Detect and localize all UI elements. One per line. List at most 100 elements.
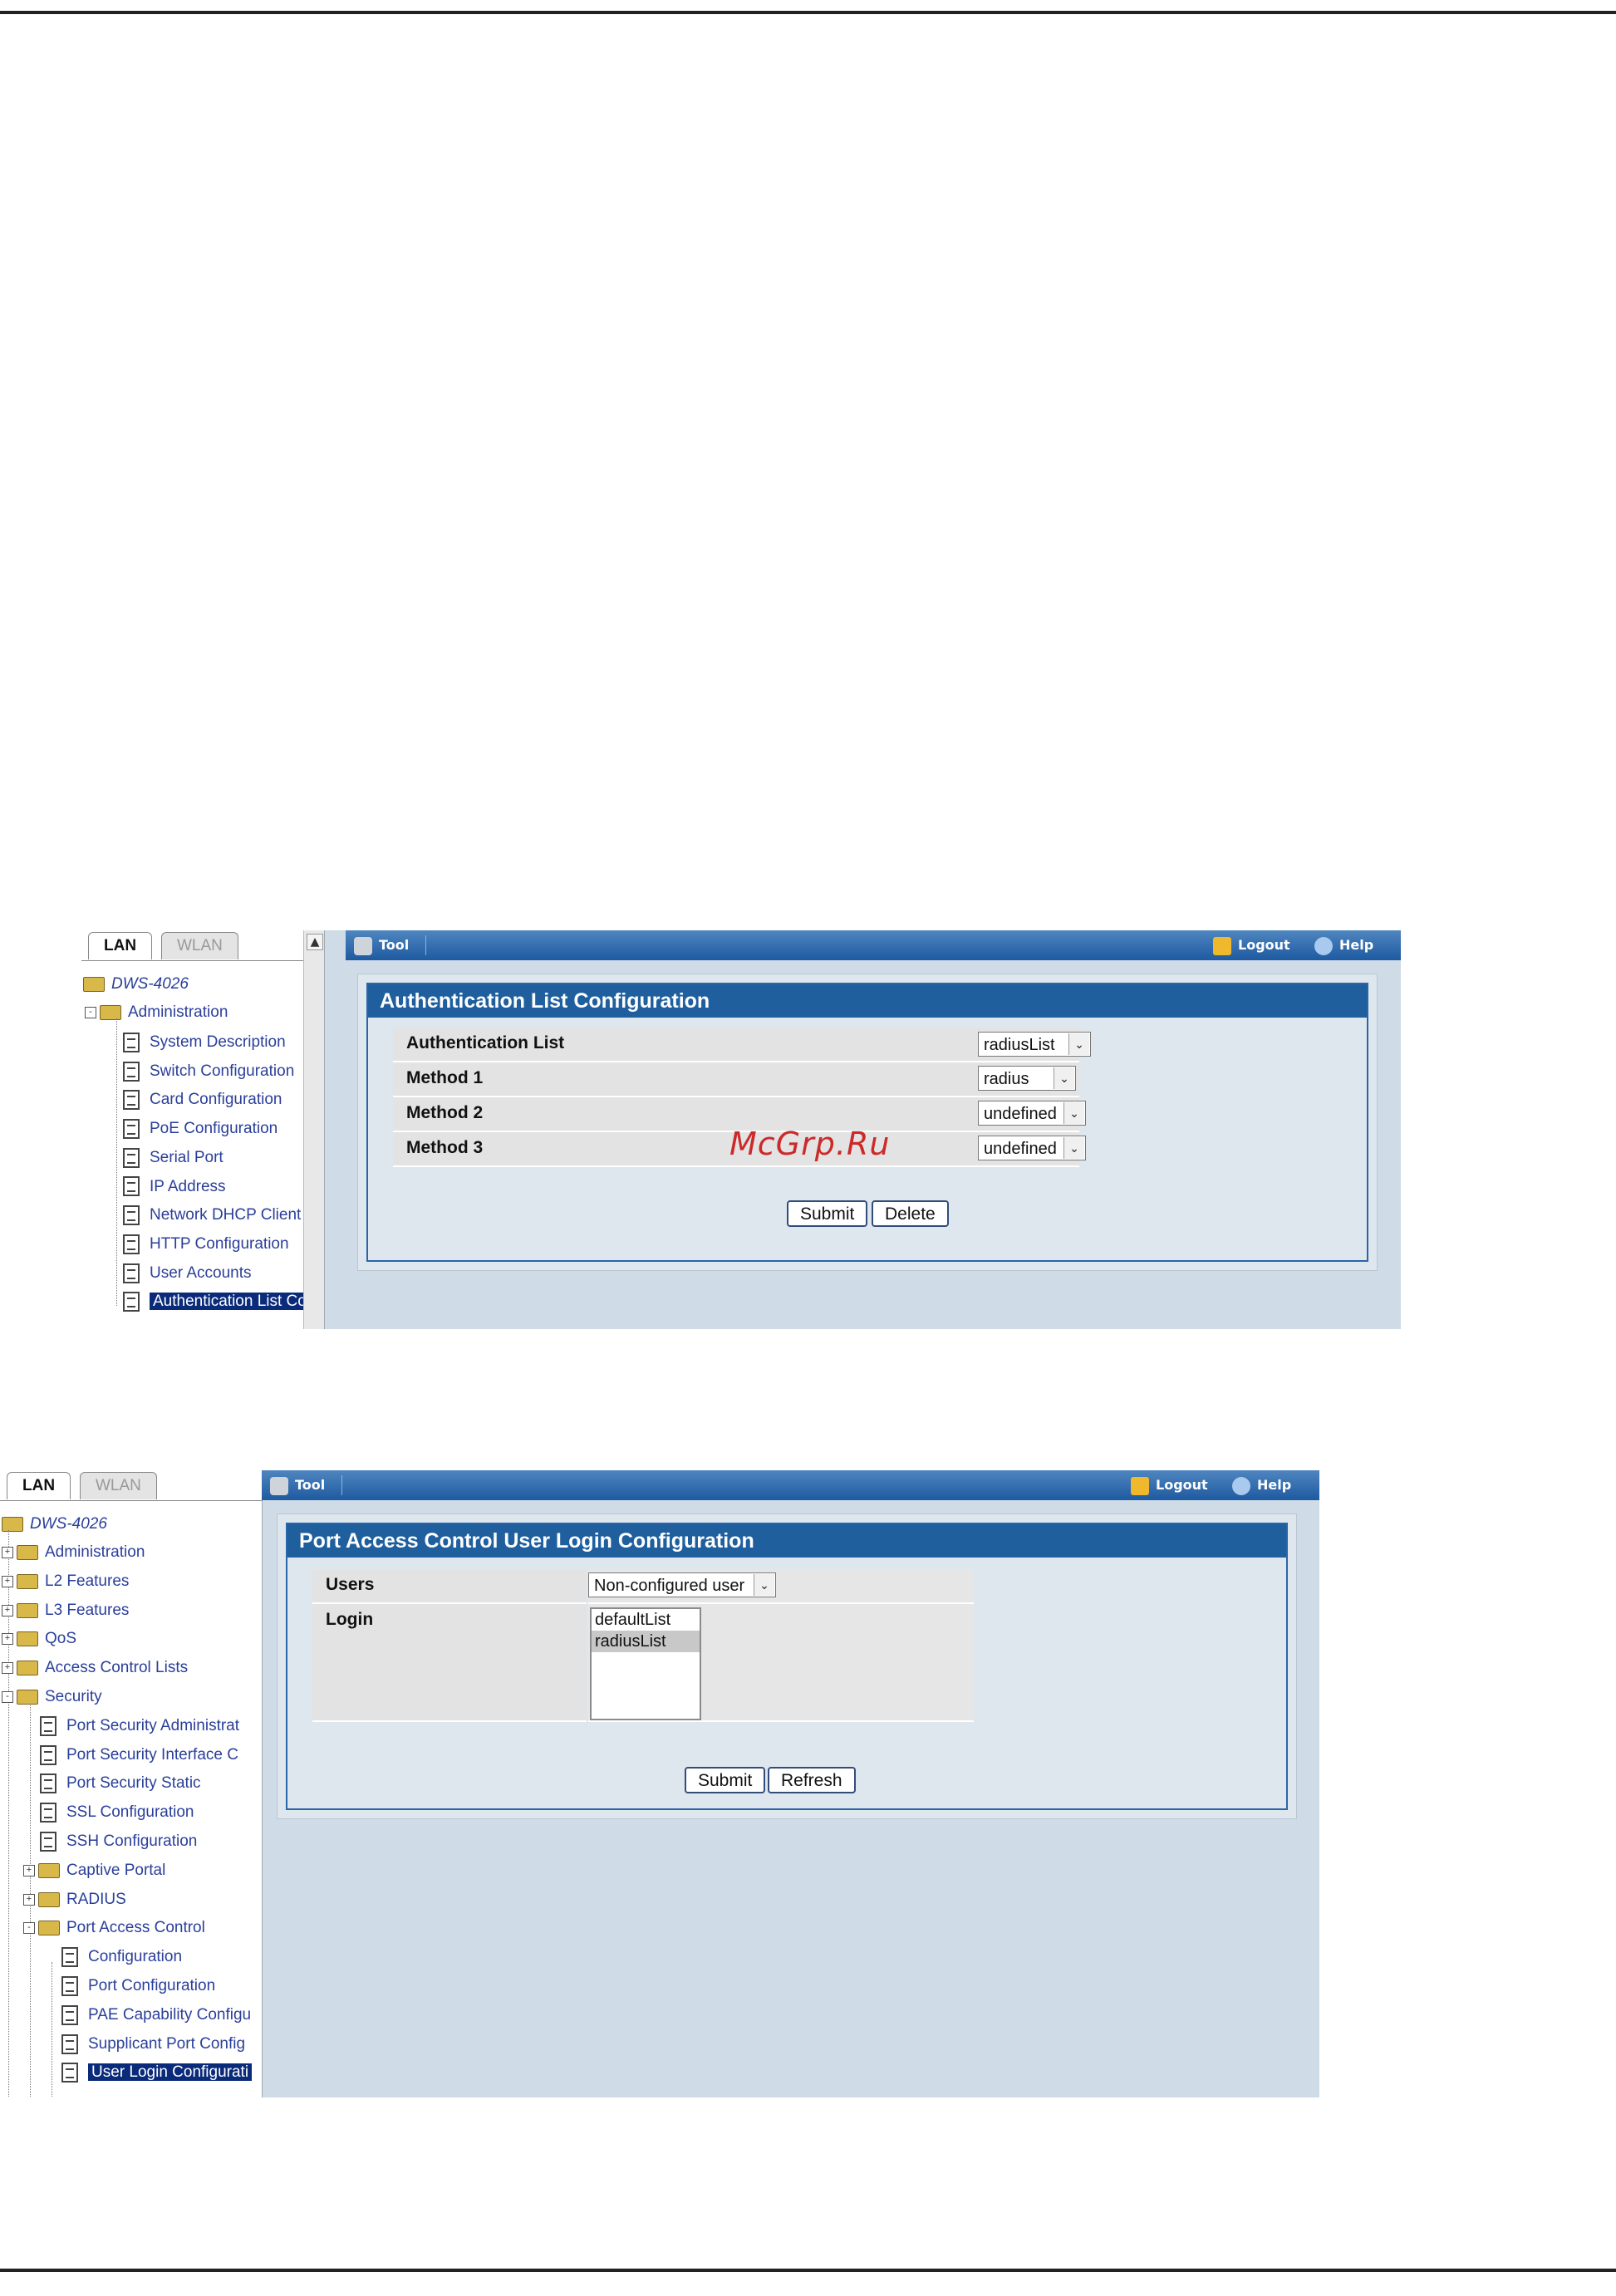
tree-folder-administration[interactable]: - Administration <box>85 998 228 1027</box>
tree-item[interactable]: Network DHCP Client ( <box>123 1201 311 1229</box>
expand-icon[interactable]: + <box>2 1575 13 1587</box>
tree-item[interactable]: Serial Port <box>123 1144 223 1172</box>
tab-lan[interactable]: LAN <box>88 932 153 959</box>
tab-wlan[interactable]: WLAN <box>80 1472 157 1499</box>
scroll-up-icon[interactable]: ▲ <box>307 934 323 950</box>
tree-item[interactable]: IP Address <box>123 1173 226 1201</box>
collapse-icon[interactable]: - <box>23 1922 35 1935</box>
page-icon <box>40 1715 56 1736</box>
field-row-authentication-list: Authentication List <box>393 1028 1079 1062</box>
chevron-down-icon[interactable]: ⌄ <box>1063 1102 1084 1124</box>
refresh-button[interactable]: Refresh <box>768 1767 856 1793</box>
tool-menu[interactable]: Tool <box>270 1470 325 1500</box>
logout-button[interactable]: Logout <box>1131 1470 1208 1500</box>
tree-folder[interactable]: + QoS <box>2 1625 76 1653</box>
page-title: Authentication List Configuration <box>368 984 1367 1018</box>
tree-folder[interactable]: + Access Control Lists <box>2 1654 188 1682</box>
tab-lan[interactable]: LAN <box>7 1472 71 1499</box>
expand-icon[interactable]: + <box>2 1604 13 1617</box>
chevron-down-icon[interactable]: ⌄ <box>754 1574 774 1596</box>
submit-button[interactable]: Submit <box>685 1767 766 1793</box>
top-toolbar: Tool Logout Help <box>346 930 1401 960</box>
page-icon <box>61 2004 78 2025</box>
authentication-list-select[interactable]: radiusList ⌄ <box>978 1032 1091 1057</box>
tree-folder[interactable]: + Administration <box>2 1538 145 1567</box>
expand-icon[interactable]: + <box>23 1893 35 1906</box>
chevron-down-icon[interactable]: ⌄ <box>1068 1033 1089 1055</box>
folder-icon <box>17 1573 38 1589</box>
tree-item[interactable]: PAE Capability Configu <box>61 2001 251 2029</box>
folder-icon <box>17 1631 38 1647</box>
page-title: Port Access Control User Login Configura… <box>287 1524 1286 1558</box>
folder-icon <box>38 1891 60 1907</box>
chevron-down-icon[interactable]: ⌄ <box>1063 1137 1084 1159</box>
tree-scrollbar[interactable]: ▲ <box>303 930 324 1329</box>
tree-item[interactable]: SSH Configuration <box>40 1827 197 1856</box>
config-panel-frame: Authentication List Configuration Authen… <box>366 983 1368 1262</box>
tree-item[interactable]: HTTP Configuration <box>123 1230 289 1258</box>
tree-item[interactable]: Configuration <box>61 1943 182 1971</box>
tree-item[interactable]: Supplicant Port Config <box>61 2030 245 2058</box>
logout-button[interactable]: Logout <box>1213 930 1290 960</box>
tree-item[interactable]: PoE Configuration <box>123 1115 278 1143</box>
tree-item[interactable]: User Login Configurati <box>61 2058 253 2087</box>
tree-item[interactable]: Card Configuration <box>123 1086 282 1114</box>
tool-menu[interactable]: Tool <box>354 930 409 960</box>
page-icon <box>40 1774 56 1794</box>
tree-folder[interactable]: + L3 Features <box>2 1597 129 1625</box>
help-button[interactable]: Help <box>1232 1470 1291 1500</box>
tree-item[interactable]: User Accounts <box>123 1259 252 1288</box>
bottom-rule <box>0 2269 1616 2272</box>
method-3-select[interactable]: undefined ⌄ <box>978 1136 1086 1160</box>
login-option-radiuslist[interactable]: radiusList <box>592 1631 700 1652</box>
tree-folder[interactable]: + Captive Portal <box>23 1857 165 1885</box>
tab-wlan[interactable]: WLAN <box>161 932 238 959</box>
tree-folder[interactable]: - Port Access Control <box>23 1914 205 1942</box>
page-icon <box>61 1947 78 1968</box>
tree-item[interactable]: Port Security Administrat <box>40 1712 239 1740</box>
folder-icon <box>17 1689 38 1705</box>
tree-root[interactable]: DWS-4026 <box>2 1510 107 1538</box>
login-listbox[interactable]: defaultList radiusList <box>590 1607 701 1720</box>
help-button[interactable]: Help <box>1314 930 1373 960</box>
page-icon <box>123 1263 140 1283</box>
expand-icon[interactable]: + <box>2 1546 13 1558</box>
field-label: Login <box>326 1610 374 1629</box>
tree-item[interactable]: Switch Configuration <box>123 1057 294 1086</box>
open-folder-icon <box>100 1004 121 1020</box>
page-icon <box>123 1119 140 1140</box>
tree-item[interactable]: Authentication List Cor <box>123 1288 316 1316</box>
tree-item[interactable]: Port Security Interface C <box>40 1741 238 1769</box>
submit-button[interactable]: Submit <box>787 1200 868 1227</box>
config-panel: Authentication List Configuration Authen… <box>357 974 1378 1271</box>
tree-item[interactable]: Port Security Static <box>40 1769 201 1798</box>
page-icon <box>123 1090 140 1111</box>
field-label: Method 1 <box>406 1068 484 1087</box>
login-option-defaultlist[interactable]: defaultList <box>592 1609 700 1631</box>
collapse-icon[interactable]: - <box>85 1006 96 1018</box>
collapse-icon[interactable]: - <box>2 1690 13 1703</box>
tree-folder[interactable]: + RADIUS <box>23 1886 126 1914</box>
help-icon <box>1314 936 1333 955</box>
chevron-down-icon[interactable]: ⌄ <box>1054 1067 1074 1089</box>
tree-root[interactable]: DWS-4026 <box>83 970 189 998</box>
page-icon <box>40 1744 56 1765</box>
tree-item[interactable]: Port Configuration <box>61 1972 215 2000</box>
tree-folder[interactable]: - Security <box>2 1683 102 1711</box>
tree-folder[interactable]: + L2 Features <box>2 1567 129 1596</box>
method-2-select[interactable]: undefined ⌄ <box>978 1101 1086 1126</box>
tree-item[interactable]: System Description <box>123 1028 286 1057</box>
config-panel-frame: Port Access Control User Login Configura… <box>286 1523 1288 1810</box>
expand-icon[interactable]: + <box>2 1633 13 1646</box>
method-1-select[interactable]: radius ⌄ <box>978 1066 1076 1091</box>
navigation-tree-pane: LAN WLAN DWS-4026 - Administration System… <box>81 930 325 1329</box>
delete-button[interactable]: Delete <box>872 1200 949 1227</box>
tree-item[interactable]: SSL Configuration <box>40 1798 194 1827</box>
users-select[interactable]: Non-configured user ⌄ <box>588 1572 776 1597</box>
expand-icon[interactable]: + <box>2 1662 13 1675</box>
open-folder-icon <box>2 1516 23 1532</box>
tab-bar: LAN WLAN <box>0 1470 262 1501</box>
user-login-screenshot: LAN WLAN DWS-4026 + Administration + L2 Fea… <box>0 1470 1319 2097</box>
expand-icon[interactable]: + <box>23 1864 35 1877</box>
folder-icon <box>38 1921 60 1936</box>
